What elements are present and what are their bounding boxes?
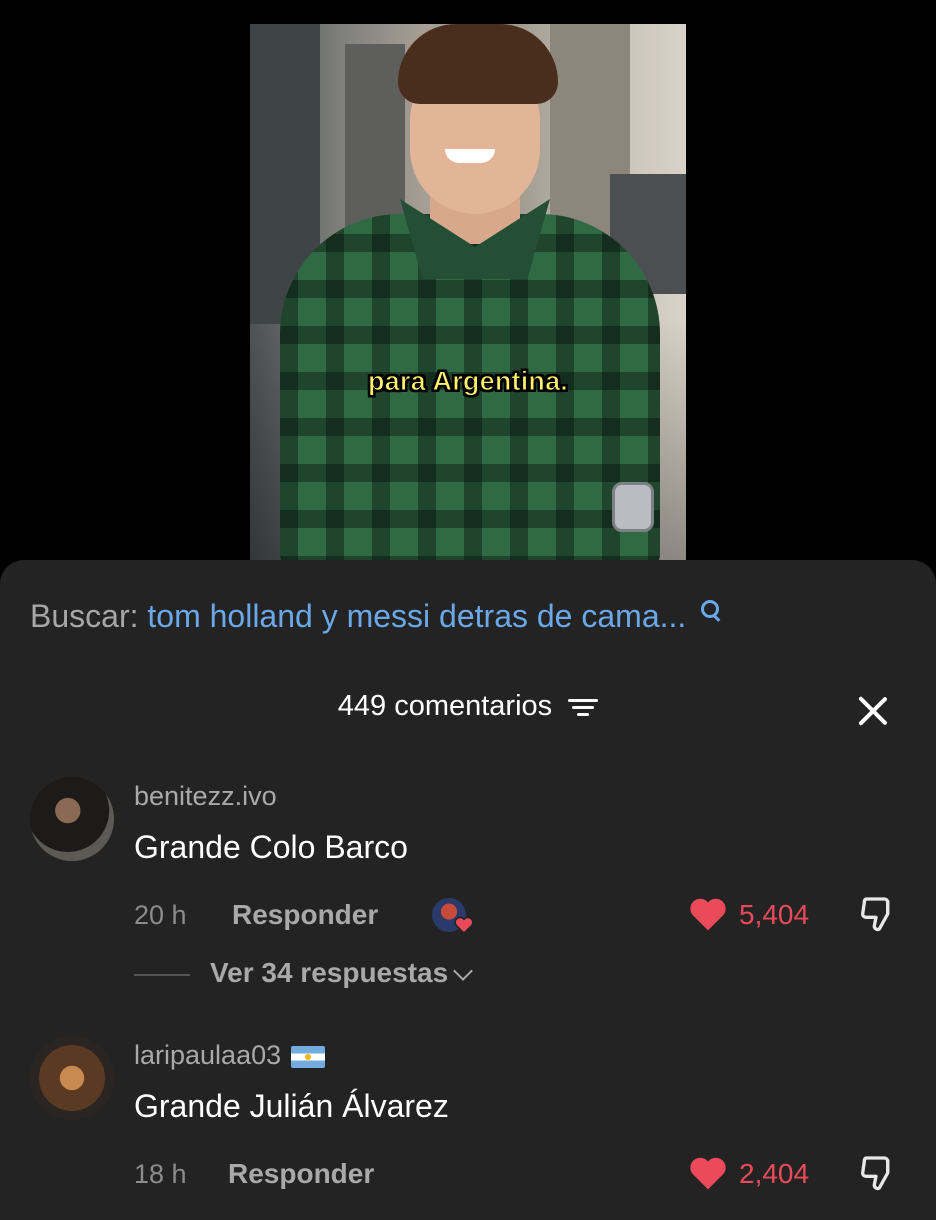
comments-header: 449 comentarios [0,690,936,723]
search-icon[interactable] [701,600,721,622]
view-replies-button[interactable]: Ver 34 respuestas [134,957,474,989]
reply-button[interactable]: Responder [232,899,378,931]
avatar[interactable] [30,1036,114,1120]
comment-username[interactable]: benitezz.ivo [134,781,277,812]
video-caption: para Argentina. [367,366,569,397]
comment-username[interactable]: laripaulaa03 [134,1040,281,1070]
search-prefix: Buscar: [30,598,139,634]
view-replies-label: Ver 34 respuestas [210,957,449,988]
person-hair [398,24,558,104]
avatar[interactable] [30,777,114,861]
comment-text: Grande Julián Álvarez [134,1088,449,1124]
like-heart-icon[interactable] [688,1155,728,1191]
sort-icon[interactable] [568,696,599,718]
comments-count: 449 comentarios [337,690,553,722]
like-count: 2,404 [739,1158,810,1189]
comment-time: 20 h [134,900,187,930]
reply-button[interactable]: Responder [228,1158,374,1190]
dislike-icon[interactable] [856,894,896,934]
person-smile [445,149,495,163]
argentina-flag-icon [291,1045,326,1068]
divider-line [134,973,190,976]
search-query-link[interactable]: tom holland y messi detras de cama... [147,598,686,634]
like-count: 5,404 [739,899,810,930]
close-icon[interactable] [856,694,890,728]
video-player[interactable]: para Argentina. [250,24,686,560]
search-suggestion[interactable]: Buscar: tom holland y messi detras de ca… [30,598,721,635]
chevron-down-icon [453,961,474,981]
creator-liked-badge [430,896,474,936]
dislike-icon[interactable] [856,1153,896,1193]
comment-text: Grande Colo Barco [134,829,408,865]
comment-username-row[interactable]: laripaulaa03 [134,1040,326,1071]
like-heart-icon[interactable] [688,896,728,932]
wristwatch [612,482,654,532]
comment-time: 18 h [134,1159,187,1189]
heart-icon [454,916,474,934]
